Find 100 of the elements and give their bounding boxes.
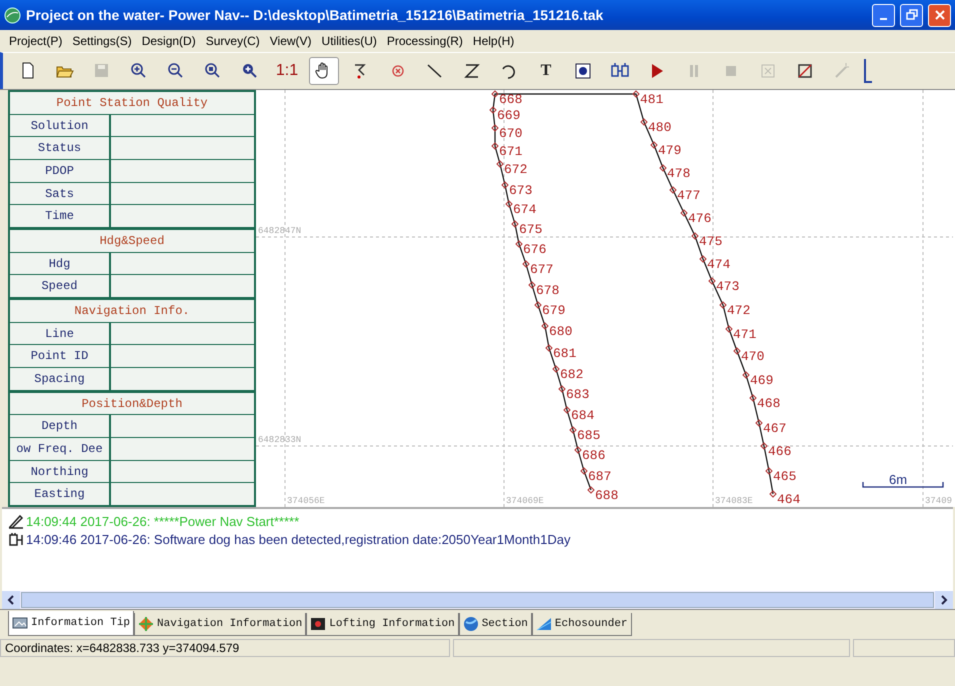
grid-label: 374069E (506, 496, 544, 506)
close-icon (934, 10, 944, 20)
point-label: 669 (497, 108, 520, 123)
point-label: 479 (658, 143, 682, 158)
section-header: Hdg&Speed (10, 228, 254, 253)
point-label: 679 (542, 303, 566, 318)
point-label: 686 (582, 448, 606, 463)
point-label: 681 (553, 346, 576, 361)
point-label: 683 (566, 387, 590, 402)
point-label: 478 (667, 166, 690, 181)
grid-label: 374056E (287, 496, 325, 506)
app-icon (4, 6, 21, 24)
point-label: 469 (750, 373, 774, 388)
field-label: Status (10, 137, 111, 160)
field-label: Sats (10, 182, 111, 204)
field-label: Line (10, 322, 111, 344)
field-label: PDOP (10, 160, 111, 182)
point-label: 475 (699, 234, 722, 249)
point-label: 465 (773, 469, 796, 484)
scale-label: 6m (889, 472, 908, 487)
field-label: Hdg (10, 252, 111, 274)
panel-tab[interactable]: Information Tip (8, 611, 134, 636)
point-label: 670 (499, 126, 522, 141)
point-label: 674 (513, 202, 536, 217)
hand-icon[interactable] (309, 57, 339, 85)
close-button[interactable] (928, 4, 951, 26)
actual-size-button[interactable]: 1:1 (272, 57, 302, 85)
point-label: 468 (757, 396, 780, 411)
scrollbar-thumb[interactable] (21, 592, 934, 608)
point-label: 671 (499, 144, 522, 159)
point-label: 677 (530, 262, 554, 277)
scroll-right-button[interactable] (935, 591, 953, 609)
point-label: 685 (577, 428, 600, 443)
point-label: 466 (768, 444, 792, 459)
point-label: 687 (588, 469, 612, 484)
scroll-left-button[interactable] (2, 591, 20, 609)
field-label: Speed (10, 275, 111, 298)
point-label: 680 (549, 324, 572, 339)
menu-item[interactable]: Survey(C) (200, 32, 265, 50)
field-label: Solution (10, 114, 111, 136)
field-label: Spacing (10, 368, 111, 390)
field-label: Northing (10, 460, 111, 482)
restore-icon (906, 9, 918, 21)
field-label: Point ID (10, 345, 111, 368)
point-label: 471 (733, 327, 756, 342)
plug-icon (8, 531, 24, 547)
camera-icon (310, 616, 326, 632)
field-label: ow Freq. Dee (10, 438, 111, 460)
section-header: Point Station Quality (10, 92, 254, 115)
point-label: 470 (741, 349, 764, 364)
grid-label: 37409 (925, 496, 952, 506)
window-title: Project on the water- Power Nav-- D:\desktop\Batimetria_151216\Batimetria_151216.tak (26, 7, 604, 23)
picture-icon (12, 615, 28, 631)
panel-tab[interactable]: Navigation Information (134, 613, 306, 636)
panel-tab[interactable]: Echosounder (532, 613, 632, 636)
point-label: 481 (640, 92, 664, 107)
toolbar-overflow-icon[interactable] (864, 59, 872, 83)
log-message: 14:09:46 2017-06-26: Software dog has been detected,registration date:2050Year1Month1Day (26, 532, 570, 546)
point-label: 474 (707, 257, 730, 272)
text-tool-button[interactable]: T (531, 57, 561, 85)
minimize-icon (880, 18, 887, 20)
menu-item[interactable]: Project(P) (4, 32, 68, 50)
coordinates-text: Coordinates: x=6482838.733 y=374094.579 (0, 639, 450, 657)
point-label: 480 (648, 120, 672, 135)
panel-tab[interactable]: Lofting Information (306, 613, 459, 636)
point-label: 472 (727, 303, 750, 318)
globe-icon (462, 616, 479, 632)
point-label: 684 (571, 408, 594, 423)
section-header: Navigation Info. (10, 298, 254, 323)
minimize-button[interactable] (872, 4, 895, 26)
restore-button[interactable] (900, 4, 923, 26)
grid-label: 6482833N (258, 435, 302, 445)
point-label: 464 (777, 492, 800, 507)
menu-item[interactable]: View(V) (264, 32, 317, 50)
log-message: 14:09:44 2017-06-26: *****Power Nav Start***** (26, 514, 300, 528)
menu-item[interactable]: Design(D) (136, 32, 201, 50)
point-label: 477 (677, 188, 700, 203)
panel-tab[interactable]: Section (458, 613, 532, 636)
point-label: 672 (504, 162, 528, 177)
field-label: Time (10, 205, 111, 228)
menu-item[interactable]: Help(H) (468, 32, 520, 50)
point-label: 675 (519, 222, 542, 237)
point-label: 467 (763, 421, 786, 436)
grid-label: 6482847N (258, 226, 302, 236)
point-label: 473 (716, 279, 740, 294)
compass-icon (138, 616, 154, 632)
point-label: 673 (509, 183, 532, 198)
wave-icon (536, 616, 552, 632)
menu-item[interactable]: Utilities(U) (316, 32, 382, 50)
point-label: 682 (560, 367, 584, 382)
menu-item[interactable]: Processing(R) (382, 32, 468, 50)
section-header: Position&Depth (10, 390, 254, 416)
grid-label: 374083E (715, 496, 753, 506)
point-label: 688 (595, 488, 618, 503)
field-label: Depth (10, 415, 111, 438)
point-label: 476 (688, 211, 712, 226)
field-label: Easting (10, 483, 111, 506)
point-label: 678 (536, 283, 560, 298)
menu-item[interactable]: Settings(S) (67, 32, 137, 50)
point-label: 668 (499, 92, 522, 107)
